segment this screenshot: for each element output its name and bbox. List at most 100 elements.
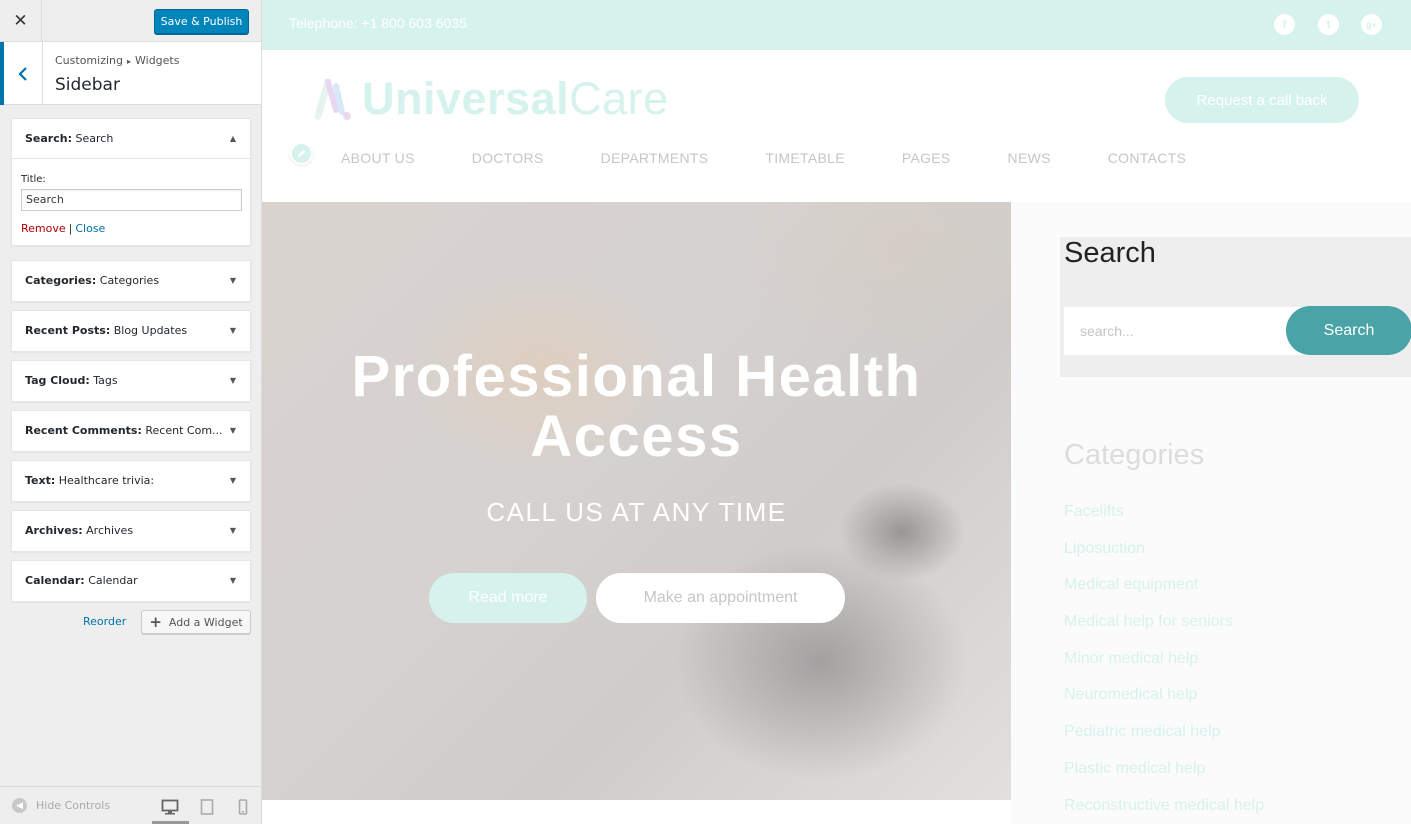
widget-tag-cloud[interactable]: Tag Cloud: Tags ▼ [11,360,251,402]
widget-header[interactable]: Recent Comments: Recent Com... ▼ [12,411,250,451]
widget-title: Tag Cloud: Tags [25,374,118,387]
caret-down-icon[interactable]: ▼ [230,426,236,435]
widget-header[interactable]: Text: Healthcare trivia: ▼ [12,461,250,501]
nav-pages[interactable]: PAGES [902,150,951,166]
widget-text[interactable]: Text: Healthcare trivia: ▼ [11,460,251,502]
widget-type: Tag Cloud [25,374,86,387]
top-bar: Telephone: +1 800 603 6035 f t g+ [262,0,1411,50]
nav-about-us[interactable]: ABOUT US [341,150,415,166]
search-button[interactable]: Search [1286,306,1411,355]
save-publish-button[interactable]: Save & Publish [154,9,249,34]
make-appointment-button[interactable]: Make an appointment [596,573,845,623]
caret-down-icon[interactable]: ▼ [230,526,236,535]
caret-down-icon[interactable]: ▼ [230,276,236,285]
category-link[interactable]: Neuromedical help [1064,686,1264,723]
hide-controls-label: Hide Controls [36,799,111,812]
category-link[interactable]: Medical help for seniors [1064,613,1264,650]
search-widget-title: Search [1064,237,1156,269]
mobile-icon [238,799,248,815]
category-link[interactable]: Facelifts [1064,503,1264,540]
preview-mobile-button[interactable] [233,797,253,817]
nav-contacts[interactable]: CONTACTS [1108,150,1186,166]
reorder-link[interactable]: Reorder [83,615,126,628]
category-link[interactable]: Pediatric medical help [1064,723,1264,760]
widget-header[interactable]: Tag Cloud: Tags ▼ [12,361,250,401]
widget-header[interactable]: Recent Posts: Blog Updates ▼ [12,311,250,351]
preview-tablet-button[interactable] [197,797,217,817]
twitter-icon[interactable]: t [1318,14,1339,35]
hide-controls-button[interactable]: ◀ Hide Controls [12,798,110,813]
widget-archives[interactable]: Archives: Archives ▼ [11,510,251,552]
nav-doctors[interactable]: DOCTORS [472,150,544,166]
remove-link[interactable]: Remove [21,222,66,235]
widget-header[interactable]: Search: Search ▲ [12,119,250,159]
widget-instance-title: Recent Com... [145,424,223,437]
desktop-icon [161,799,179,815]
close-link[interactable]: Close [75,222,105,235]
tablet-icon [200,799,214,815]
caret-down-icon[interactable]: ▼ [230,326,236,335]
customizer-header: ✕ Save & Publish [0,0,261,42]
widget-title: Categories: Categories [25,274,160,287]
widget-recent-posts[interactable]: Recent Posts: Blog Updates ▼ [11,310,251,352]
title-input[interactable] [21,188,242,211]
widget-type: Calendar [25,574,81,587]
widget-header[interactable]: Calendar: Calendar ▼ [12,561,250,601]
back-button[interactable] [0,42,43,105]
site-logo[interactable]: UniversalCare [314,73,669,125]
google-plus-icon[interactable]: g+ [1361,14,1382,35]
breadcrumb-separator: ▸ [126,57,131,66]
read-more-button[interactable]: Read more [429,573,587,623]
nav-news[interactable]: NEWS [1008,150,1051,166]
breadcrumb-root: Customizing [55,54,123,67]
category-link[interactable]: Medical equipment [1064,576,1264,613]
widget-title: Recent Posts: Blog Updates [25,324,188,337]
breadcrumb-child: Widgets [135,54,180,67]
widget-calendar[interactable]: Calendar: Calendar ▼ [11,560,251,602]
add-widget-label: Add a Widget [168,615,243,629]
hero-title-line2: Access [530,404,743,469]
widget-instance-title: Healthcare trivia: [58,474,155,487]
caret-down-icon[interactable]: ▼ [230,376,236,385]
widget-title: Recent Comments: Recent Com... [25,424,223,437]
widget-instance-title: Calendar [88,574,138,587]
widget-instance-title: Tags [93,374,118,387]
logo-text: UniversalCare [362,73,669,125]
phone-number: Telephone: +1 800 603 6035 [289,15,467,31]
hero-subtitle: CALL US AT ANY TIME [486,497,787,527]
category-link[interactable]: Reconstructive medical help [1064,797,1264,824]
widget-categories[interactable]: Categories: Categories ▼ [11,260,251,302]
preview-desktop-button[interactable] [160,797,180,817]
caret-down-icon[interactable]: ▼ [230,476,236,485]
widget-instance-title: Archives [86,524,134,537]
nav-timetable[interactable]: TIMETABLE [765,150,844,166]
widget-type: Categories [25,274,92,287]
widget-title: Calendar: Calendar [25,574,138,587]
widget-header[interactable]: Archives: Archives ▼ [12,511,250,551]
edit-menu-shortcut[interactable] [290,142,313,165]
nav-departments[interactable]: DEPARTMENTS [601,150,709,166]
hero-title-line1: Professional Health [351,344,922,409]
widget-recent-comments[interactable]: Recent Comments: Recent Com... ▼ [11,410,251,452]
widget-header[interactable]: Categories: Categories ▼ [12,261,250,301]
collapse-arrow-icon: ◀ [12,798,27,813]
widget-title: Text: Healthcare trivia: [25,474,155,487]
widget-search[interactable]: Search: Search ▲ Title: Remove|Close [11,118,251,246]
widget-type: Recent Posts [25,324,106,337]
caret-down-icon[interactable]: ▼ [230,576,236,585]
search-input[interactable] [1064,307,1304,355]
widget-instance-title: Search [75,132,114,145]
sidebar-search-widget: Search Search [1060,237,1411,377]
caret-up-icon[interactable]: ▲ [230,134,236,143]
category-link[interactable]: Plastic medical help [1064,760,1264,797]
close-customizer-button[interactable]: ✕ [0,0,42,42]
facebook-icon[interactable]: f [1274,14,1295,35]
logo-text-part2: Care [569,73,669,124]
category-link[interactable]: Liposuction [1064,540,1264,577]
widget-instance-title: Categories [99,274,160,287]
main-navigation: ABOUT US DOCTORS DEPARTMENTS TIMETABLE P… [341,150,1243,166]
breadcrumb: Customizing ▸ Widgets [55,54,179,67]
add-widget-button[interactable]: + Add a Widget [141,610,251,634]
category-link[interactable]: Minor medical help [1064,650,1264,687]
request-callback-button[interactable]: Request a call back [1165,77,1359,123]
